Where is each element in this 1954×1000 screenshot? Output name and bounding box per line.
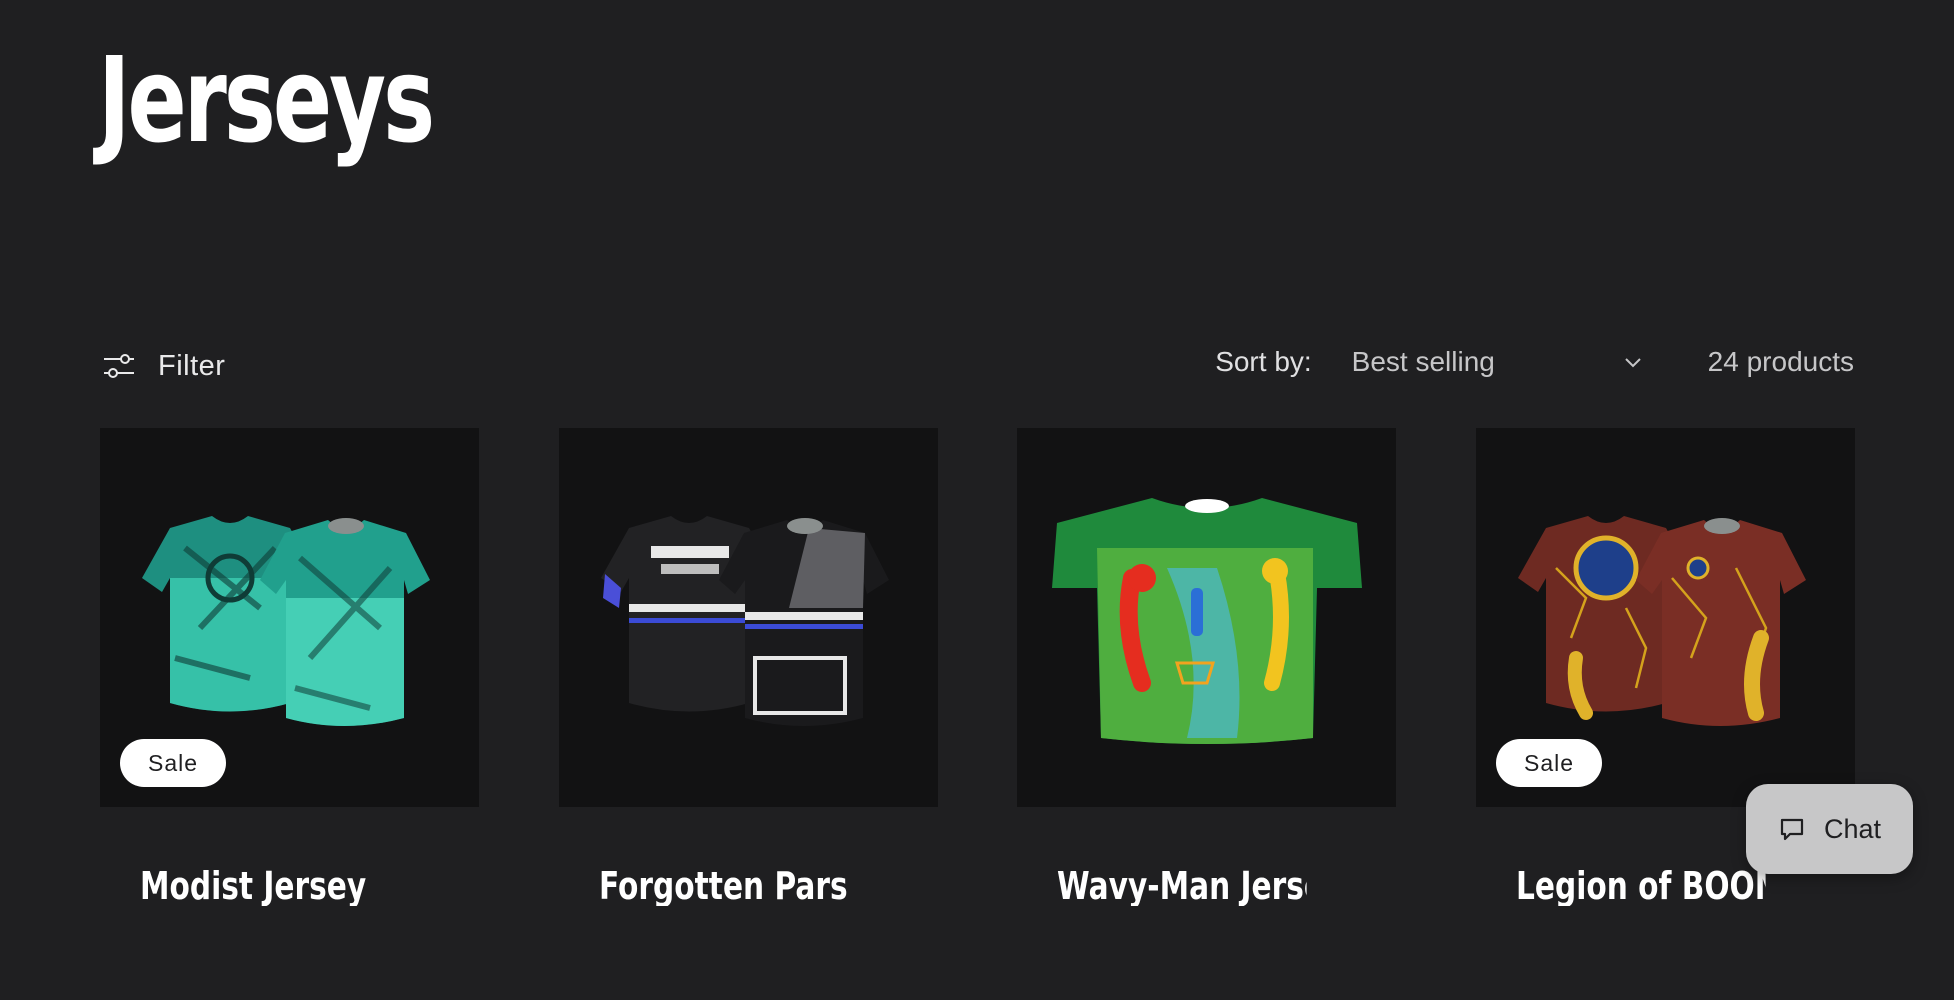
sale-badge: Sale	[1496, 739, 1603, 787]
product-image[interactable]: Sale	[1476, 428, 1855, 807]
sort-value: Best selling	[1351, 346, 1495, 377]
green-jersey-image	[1052, 498, 1362, 744]
product-image[interactable]	[559, 428, 938, 807]
chevron-down-icon	[1622, 351, 1644, 373]
product-card[interactable]: Sale Legion of BOOM	[1476, 428, 1855, 906]
product-card[interactable]: Wavy-Man Jersey	[1017, 428, 1396, 906]
page-title: Jerseys	[98, 31, 435, 169]
product-count: 24 products	[1707, 346, 1854, 377]
filter-button[interactable]: Filter	[102, 344, 225, 388]
sale-badge: Sale	[120, 739, 227, 787]
sort-label: Sort by:	[1215, 346, 1312, 377]
product-title[interactable]: Wavy-Man Jersey	[1057, 858, 1307, 906]
black-jersey-image	[601, 516, 889, 726]
chat-button[interactable]: Chat	[1746, 784, 1913, 874]
product-title[interactable]: Modist Jersey	[140, 858, 390, 906]
chat-label: Chat	[1823, 813, 1882, 844]
product-image[interactable]	[1017, 428, 1396, 807]
sort-select[interactable]: Best selling	[1352, 346, 1644, 378]
product-title[interactable]: Forgotten Pars	[599, 858, 849, 906]
product-card[interactable]: Forgotten Pars	[559, 428, 938, 906]
product-card[interactable]: Sale Modist Jersey	[100, 428, 479, 906]
sliders-icon	[102, 349, 136, 383]
product-title[interactable]: Legion of BOOM	[1516, 858, 1766, 906]
sort-bar: Sort by: Best selling 24 products	[1215, 340, 1854, 384]
chat-bubble-icon	[1778, 815, 1806, 843]
filter-label: Filter	[158, 349, 226, 382]
product-image[interactable]: Sale	[100, 428, 479, 807]
